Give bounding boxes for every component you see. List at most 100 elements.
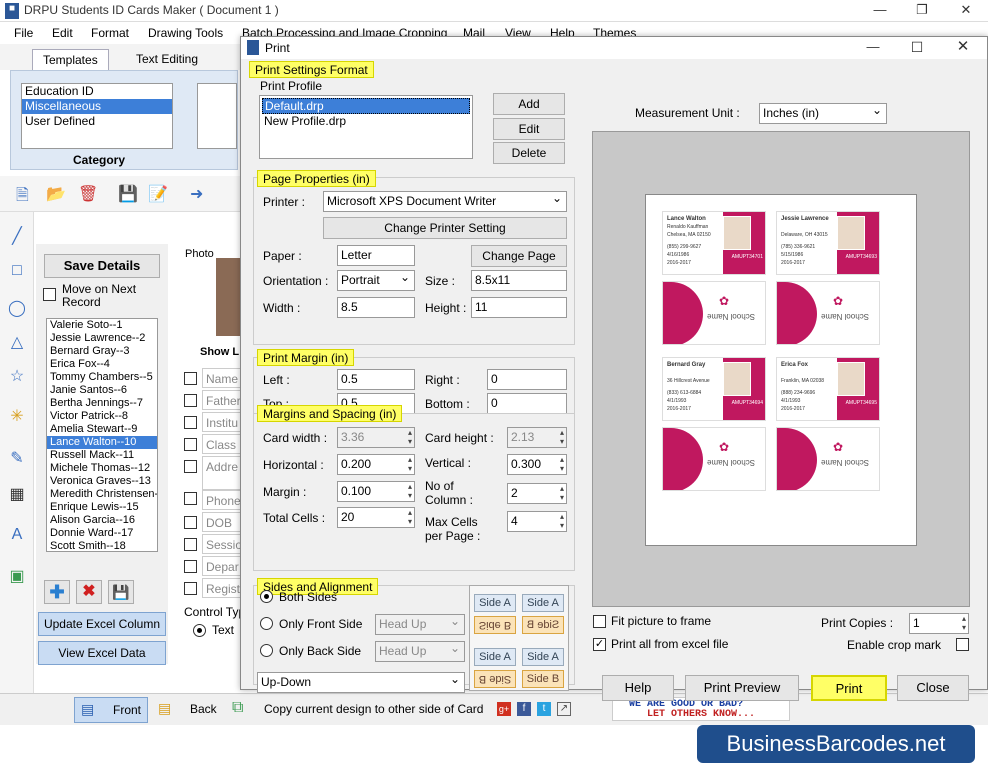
category-item[interactable]: Education ID [22, 84, 172, 99]
menu-edit[interactable]: Edit [52, 26, 73, 40]
change-printer-button[interactable]: Change Printer Setting [323, 217, 567, 239]
ellipse-tool-icon[interactable]: ◯ [6, 298, 28, 320]
field-checkbox[interactable] [184, 582, 197, 595]
paper-field[interactable]: Letter [337, 245, 415, 266]
open-icon[interactable]: 📂 [46, 184, 66, 204]
field-checkbox[interactable] [184, 516, 197, 529]
google-plus-icon[interactable]: g+ [497, 702, 511, 716]
print-button[interactable]: Print [811, 675, 887, 701]
list-item[interactable]: Victor Patrick--8 [47, 410, 157, 423]
height-field[interactable]: 11 [471, 297, 567, 318]
field-checkbox[interactable] [184, 560, 197, 573]
profile-item[interactable]: New Profile.drp [260, 114, 472, 129]
no-column-field[interactable]: 2 [507, 483, 567, 504]
menu-drawing-tools[interactable]: Drawing Tools [148, 26, 223, 40]
list-item[interactable]: Russell Mack--11 [47, 449, 157, 462]
print-preview-button[interactable]: Print Preview [685, 675, 799, 701]
text-tool-icon[interactable]: A [6, 526, 28, 548]
dialog-minimize-button[interactable]: — [853, 37, 893, 59]
profile-item-selected[interactable]: Default.drp [262, 98, 470, 114]
help-button[interactable]: Help [602, 675, 674, 701]
close-button[interactable]: Close [897, 675, 969, 701]
close-doc-icon[interactable]: 🗑 [78, 184, 98, 204]
rectangle-tool-icon[interactable]: □ [6, 262, 28, 284]
layout-4-side-b[interactable]: Side B [522, 670, 564, 688]
image-tool-icon[interactable]: ▣ [6, 566, 28, 588]
front-tab[interactable]: ▤ Front [74, 697, 148, 723]
delete-profile-button[interactable]: Delete [493, 142, 565, 164]
total-cells-field[interactable]: 20 [337, 507, 415, 528]
profile-list[interactable]: Default.drp New Profile.drp [259, 95, 473, 159]
back-tab[interactable]: ▤ Back [156, 697, 222, 723]
shape-tool-icon[interactable]: ✳ [6, 406, 28, 428]
list-item[interactable]: Erica Fox--4 [47, 358, 157, 371]
star-tool-icon[interactable]: ☆ [6, 366, 28, 388]
minimize-button[interactable]: — [860, 0, 900, 22]
only-back-radio[interactable] [260, 644, 273, 657]
export-icon[interactable]: ➜ [190, 184, 203, 204]
list-item[interactable]: Jessie Lawrence--2 [47, 332, 157, 345]
barcode-tool-icon[interactable]: ▦ [6, 484, 28, 506]
print-all-excel-checkbox[interactable]: ✓ [593, 638, 606, 651]
template-thumbnail[interactable] [197, 83, 237, 149]
new-icon[interactable]: 🗎 [16, 184, 29, 211]
restore-button[interactable]: ❐ [902, 0, 942, 22]
field-checkbox[interactable] [184, 492, 197, 505]
layout-4-side-a[interactable]: Side A [522, 648, 564, 666]
list-item[interactable]: Valerie Soto--1 [47, 319, 157, 332]
width-field[interactable]: 8.5 [337, 297, 415, 318]
field-checkbox[interactable] [184, 394, 197, 407]
fit-picture-checkbox[interactable] [593, 615, 606, 628]
layout-2-side-b[interactable]: Side B [522, 616, 564, 634]
dialog-close-icon[interactable]: ✕ [943, 37, 983, 59]
list-item[interactable]: Janie Santos--6 [47, 384, 157, 397]
field-checkbox[interactable] [184, 538, 197, 551]
measurement-unit-select[interactable]: Inches (in) [759, 103, 887, 124]
layout-3-side-a[interactable]: Side A [474, 648, 516, 666]
edit-profile-button[interactable]: Edit [493, 118, 565, 140]
list-item[interactable]: Michele Thomas--12 [47, 462, 157, 475]
left-margin-field[interactable]: 0.5 [337, 369, 415, 390]
list-item[interactable]: Meredith Christensen--14 [47, 488, 157, 501]
save-as-icon[interactable]: 📝 [148, 184, 168, 204]
twitter-icon[interactable]: t [537, 702, 551, 716]
back-head-up-select[interactable]: Head Up [375, 641, 465, 662]
layout-1-side-b[interactable]: Side B [474, 616, 516, 634]
view-excel-button[interactable]: View Excel Data [38, 641, 166, 665]
card-height-field[interactable]: 2.13 [507, 427, 567, 448]
copy-design-button[interactable]: ⧉ Copy current design to other side of C… [230, 697, 486, 723]
menu-format[interactable]: Format [91, 26, 129, 40]
delete-record-button[interactable]: ✖ [76, 580, 102, 604]
layout-3-side-b[interactable]: Side B [474, 670, 516, 688]
list-item[interactable]: Amelia Stewart--9 [47, 423, 157, 436]
move-next-checkbox[interactable] [43, 288, 56, 301]
vertical-spacing-field[interactable]: 0.300 [507, 454, 567, 475]
category-item[interactable]: User Defined [22, 114, 172, 129]
list-item[interactable]: Scott Smith--18 [47, 540, 157, 551]
line-tool-icon[interactable]: ╱ [6, 226, 28, 248]
list-item[interactable]: Enrique Lewis--15 [47, 501, 157, 514]
list-item-selected[interactable]: Lance Walton--10 [47, 436, 157, 449]
only-front-radio[interactable] [260, 617, 273, 630]
horizontal-spacing-field[interactable]: 0.200 [337, 454, 415, 475]
update-excel-button[interactable]: Update Excel Column [38, 612, 166, 636]
signature-tool-icon[interactable]: ✎ [6, 448, 28, 470]
list-item[interactable]: Bernard Gray--3 [47, 345, 157, 358]
list-item[interactable]: Veronica Graves--13 [47, 475, 157, 488]
category-item-selected[interactable]: Miscellaneous [22, 99, 172, 114]
enable-crop-checkbox[interactable] [956, 638, 969, 651]
right-margin-field[interactable]: 0 [487, 369, 567, 390]
field-checkbox[interactable] [184, 460, 197, 473]
save-record-button[interactable]: 💾 [108, 580, 134, 604]
orientation-select[interactable]: Portrait [337, 270, 415, 291]
add-profile-button[interactable]: Add [493, 93, 565, 115]
dialog-maximize-button[interactable]: ☐ [897, 37, 937, 59]
front-head-up-select[interactable]: Head Up [375, 614, 465, 635]
save-details-button[interactable]: Save Details [44, 254, 160, 278]
share-icon[interactable]: ↗ [557, 702, 571, 716]
layout-2-side-a[interactable]: Side A [522, 594, 564, 612]
category-list[interactable]: Education ID Miscellaneous User Defined [21, 83, 173, 149]
bottom-margin-field[interactable]: 0 [487, 393, 567, 414]
size-field[interactable]: 8.5x11 [471, 270, 567, 291]
printer-select[interactable]: Microsoft XPS Document Writer [323, 191, 567, 212]
